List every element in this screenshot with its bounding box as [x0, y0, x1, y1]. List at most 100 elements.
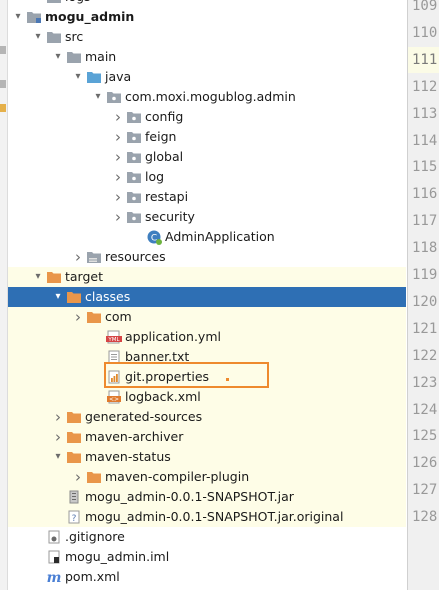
tree-item[interactable]: ▾ java	[8, 67, 406, 87]
tree-item-label: .gitignore	[65, 529, 125, 544]
package-icon	[126, 190, 142, 204]
svg-text:YML: YML	[107, 337, 120, 343]
tree-item-label: restapi	[145, 189, 189, 204]
tree-item[interactable]: ▾ target	[8, 267, 406, 287]
tree-item[interactable]: .gitignore	[8, 527, 406, 547]
chevron-down-icon[interactable]: ▾	[92, 87, 104, 107]
tree-item-label: mogu_admin.iml	[65, 549, 170, 564]
tree-item-label: log	[145, 169, 165, 184]
chevron-right-icon[interactable]: ›	[112, 107, 124, 127]
chevron-right-icon[interactable]: ›	[112, 127, 124, 147]
excluded-folder-icon	[66, 410, 82, 424]
tree-item-label: mogu_admin-0.0.1-SNAPSHOT.jar	[85, 489, 294, 504]
iml-file-icon	[46, 550, 62, 564]
chevron-right-icon[interactable]: ›	[112, 207, 124, 227]
chevron-right-icon[interactable]: ›	[72, 307, 84, 327]
tree-item-label: mogu_admin-0.0.1-SNAPSHOT.jar.original	[85, 509, 344, 524]
line-number: 120	[412, 293, 438, 310]
tree-item[interactable]: C AdminApplication	[8, 227, 406, 247]
folder-icon	[66, 50, 82, 64]
chevron-down-icon[interactable]: ▾	[52, 287, 64, 307]
excluded-folder-icon	[66, 430, 82, 444]
chevron-right-icon[interactable]: ›	[52, 407, 64, 427]
tree-item[interactable]: mogu_admin-0.0.1-SNAPSHOT.jar	[8, 487, 406, 507]
chevron-right-icon[interactable]: ›	[112, 147, 124, 167]
tree-item-label: application.yml	[125, 329, 221, 344]
line-number: 119	[412, 267, 438, 283]
unknown-file-icon: ?	[66, 510, 82, 524]
chevron-right-icon[interactable]: ›	[72, 467, 84, 487]
excluded-folder-icon	[66, 450, 82, 464]
tree-item[interactable]: banner.txt	[8, 347, 406, 367]
tree-item[interactable]: ▾ classes	[8, 287, 406, 307]
chevron-right-icon[interactable]: ›	[112, 167, 124, 187]
line-number: 127	[412, 482, 438, 499]
tree-item[interactable]: <> logback.xml	[8, 387, 406, 407]
package-icon	[126, 170, 142, 184]
svg-text:m: m	[47, 570, 62, 584]
tree-item-label: resources	[105, 249, 166, 264]
tree-item-label: logback.xml	[125, 389, 201, 404]
tree-item[interactable]: › log	[8, 167, 406, 187]
tree-item[interactable]: › config	[8, 107, 406, 127]
chevron-right-icon[interactable]: ›	[52, 427, 64, 447]
text-file-icon	[106, 350, 122, 364]
tree-item-label: git.properties	[125, 369, 210, 384]
tree-item-label: com	[105, 309, 132, 324]
line-number: 111	[408, 46, 439, 73]
tree-item[interactable]: › maven-compiler-plugin	[8, 467, 406, 487]
tree-item[interactable]: › feign	[8, 127, 406, 147]
line-number: 121	[412, 320, 438, 337]
tree-item[interactable]: › maven-archiver	[8, 427, 406, 447]
tree-item[interactable]: ? mogu_admin-0.0.1-SNAPSHOT.jar.original	[8, 507, 406, 527]
tree-item[interactable]: ▾ mogu_admin	[8, 7, 406, 27]
tree-item[interactable]: YML application.yml	[8, 327, 406, 347]
tree-item[interactable]: ▾ com.moxi.mogublog.admin	[8, 87, 406, 107]
project-tree: logs▾mogu_admin▾src▾main▾java▾com.moxi.m…	[8, 0, 406, 590]
chevron-down-icon[interactable]: ▾	[32, 27, 44, 47]
package-icon	[126, 110, 142, 124]
package-icon	[106, 90, 122, 104]
tree-item-label: feign	[145, 129, 177, 144]
tree-item[interactable]: › com	[8, 307, 406, 327]
tree-item-label: banner.txt	[125, 349, 190, 364]
maven-pom-icon: m	[46, 570, 62, 586]
tree-item[interactable]: ▾ main	[8, 47, 406, 67]
tree-item-label: config	[145, 109, 184, 124]
tool-strip-mark	[0, 80, 6, 88]
properties-file-icon	[106, 370, 122, 384]
tree-item-label: security	[145, 209, 195, 224]
chevron-down-icon[interactable]: ▾	[52, 47, 64, 67]
line-number: 116	[412, 186, 438, 203]
tree-item[interactable]: › resources	[8, 247, 406, 267]
tree-item[interactable]: m pom.xml	[8, 567, 406, 587]
chevron-down-icon[interactable]: ▾	[12, 7, 24, 27]
chevron-down-icon[interactable]: ▾	[72, 67, 84, 87]
folder-icon	[46, 0, 62, 4]
line-number: 112	[412, 78, 438, 95]
tree-item[interactable]: mogu_admin.iml	[8, 547, 406, 567]
tree-item[interactable]: › generated-sources	[8, 407, 406, 427]
excluded-folder-icon	[46, 270, 62, 284]
tree-item-label: java	[105, 69, 132, 84]
tree-item-label: pom.xml	[65, 569, 120, 584]
tree-item-label: main	[85, 49, 117, 64]
gitignore-file-icon	[46, 530, 62, 544]
tree-item[interactable]: ▾ maven-status	[8, 447, 406, 467]
tree-item[interactable]: › restapi	[8, 187, 406, 207]
tree-item[interactable]: › global	[8, 147, 406, 167]
excluded-folder-icon	[86, 470, 102, 484]
tree-item[interactable]: git.properties	[8, 367, 406, 387]
tree-item[interactable]: ▾ src	[8, 27, 406, 47]
line-number: 123	[412, 374, 438, 391]
tree-item[interactable]: logs	[8, 0, 406, 7]
chevron-down-icon[interactable]: ▾	[52, 447, 64, 467]
svg-text:?: ?	[72, 514, 77, 524]
tree-item[interactable]: › security	[8, 207, 406, 227]
chevron-right-icon[interactable]: ›	[72, 247, 84, 267]
callout-dot	[226, 378, 229, 381]
chevron-right-icon[interactable]: ›	[112, 187, 124, 207]
chevron-down-icon[interactable]: ▾	[32, 267, 44, 287]
tree-item-label: global	[145, 149, 184, 164]
tree-item-label: target	[65, 269, 104, 284]
